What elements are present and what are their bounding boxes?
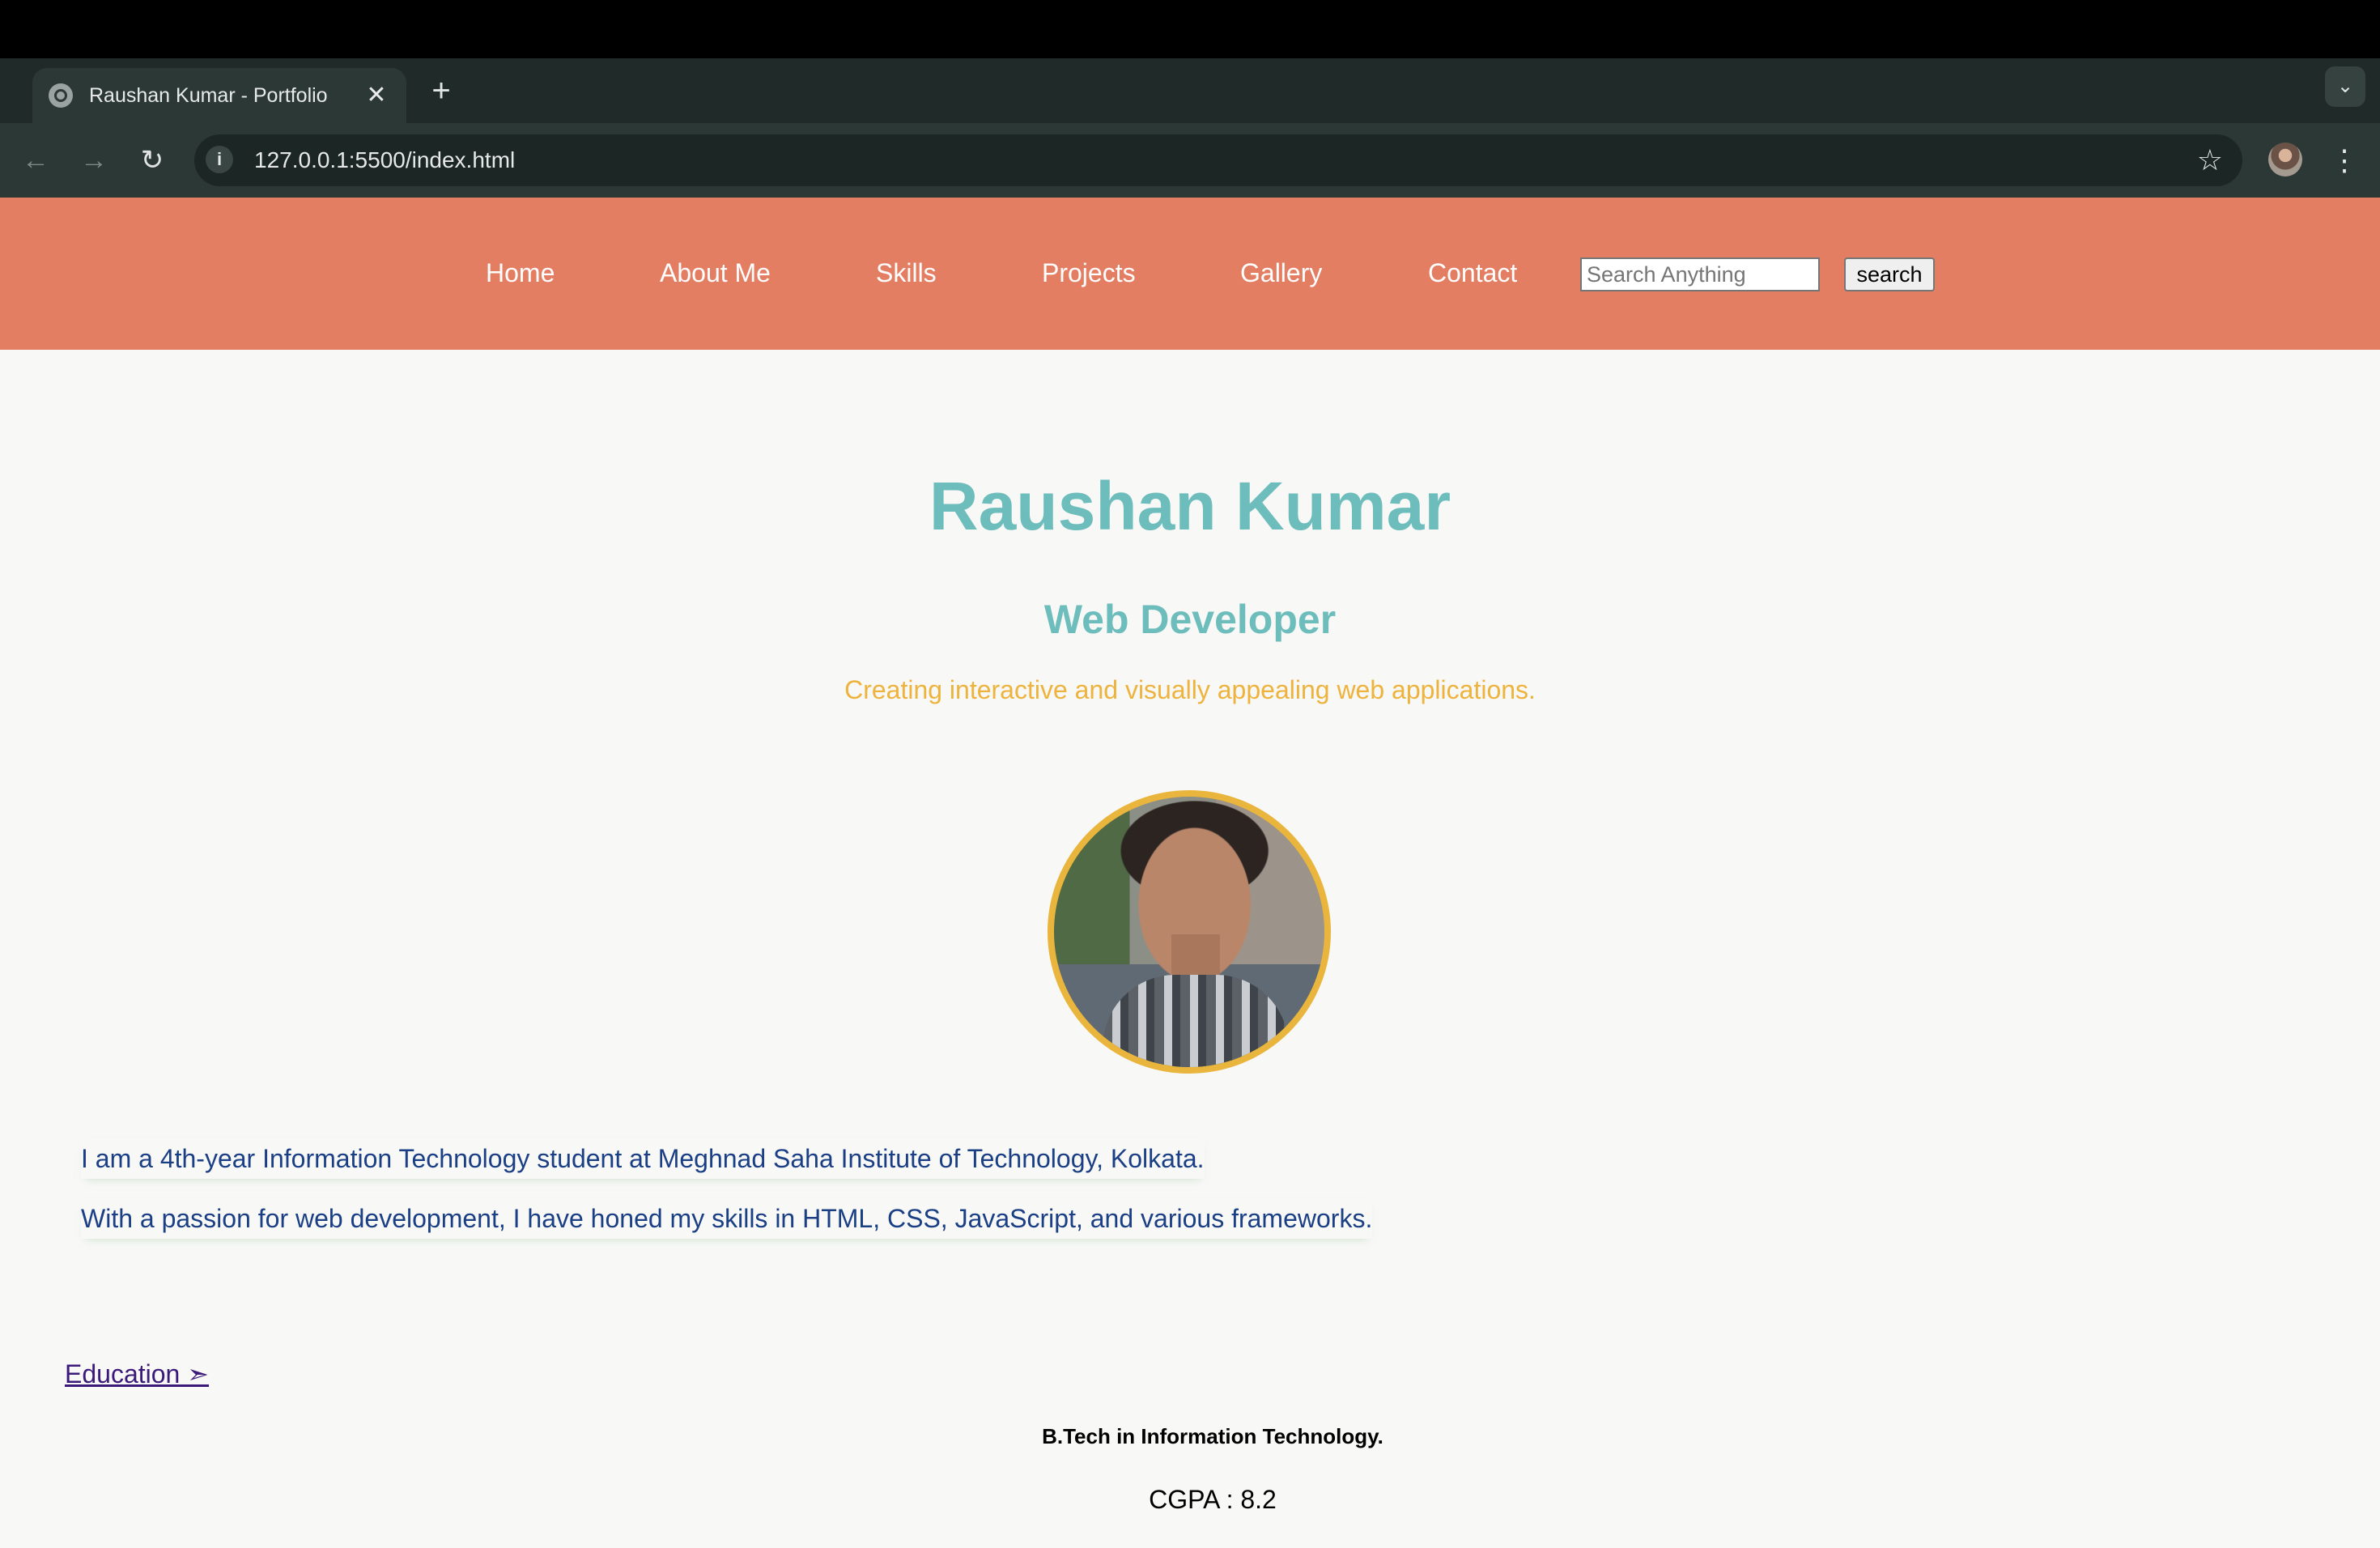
url-text[interactable]: 127.0.0.1:5500/index.html: [254, 134, 515, 186]
chevron-down-icon[interactable]: ⌄: [2325, 66, 2365, 107]
search-button[interactable]: search: [1844, 257, 1935, 291]
education-toggle-link[interactable]: Education ➣: [65, 1354, 209, 1394]
info-icon[interactable]: i: [206, 146, 233, 173]
new-tab-icon[interactable]: +: [423, 73, 460, 110]
tab-title: Raushan Kumar - Portfolio: [89, 83, 328, 107]
globe-icon: [49, 83, 73, 108]
nav-link-about[interactable]: About Me: [660, 198, 771, 350]
back-icon[interactable]: ←: [16, 141, 55, 180]
address-bar[interactable]: i 127.0.0.1:5500/index.html ☆: [194, 134, 2242, 186]
browser-toolbar: ← → ↻ i 127.0.0.1:5500/index.html ☆ ⋮: [0, 123, 2380, 198]
forward-icon[interactable]: →: [74, 141, 113, 180]
nav-link-projects[interactable]: Projects: [1042, 198, 1136, 350]
close-icon[interactable]: ✕: [363, 83, 390, 108]
site-navbar: Home About Me Skills Projects Gallery Co…: [0, 198, 2380, 350]
about-text-line: With a passion for web development, I ha…: [81, 1198, 1372, 1239]
hero-tagline: Creating interactive and visually appeal…: [844, 675, 1536, 704]
profile-avatar-icon[interactable]: [2268, 142, 2302, 176]
kebab-menu-icon[interactable]: ⋮: [2328, 141, 2361, 180]
nav-link-gallery[interactable]: Gallery: [1240, 198, 1322, 350]
star-icon[interactable]: ☆: [2197, 134, 2223, 186]
education-cgpa: CGPA : 8.2: [1149, 1485, 1277, 1514]
reload-icon[interactable]: ↻: [133, 141, 172, 180]
education-degree: B.Tech in Information Technology.: [1042, 1424, 1383, 1448]
hero-role: Web Developer: [1043, 597, 1337, 642]
search-input[interactable]: [1580, 257, 1820, 291]
nav-link-skills[interactable]: Skills: [876, 198, 937, 350]
about-text-line: I am a 4th-year Information Technology s…: [81, 1138, 1205, 1179]
os-top-bar: [0, 0, 2380, 58]
browser-tab[interactable]: Raushan Kumar - Portfolio ✕: [32, 68, 406, 123]
nav-link-home[interactable]: Home: [486, 198, 555, 350]
profile-photo: [1048, 790, 1331, 1074]
tab-strip: Raushan Kumar - Portfolio ✕ + ⌄: [0, 58, 2380, 123]
nav-link-contact[interactable]: Contact: [1428, 198, 1517, 350]
hero-name: Raushan Kumar: [929, 468, 1451, 544]
